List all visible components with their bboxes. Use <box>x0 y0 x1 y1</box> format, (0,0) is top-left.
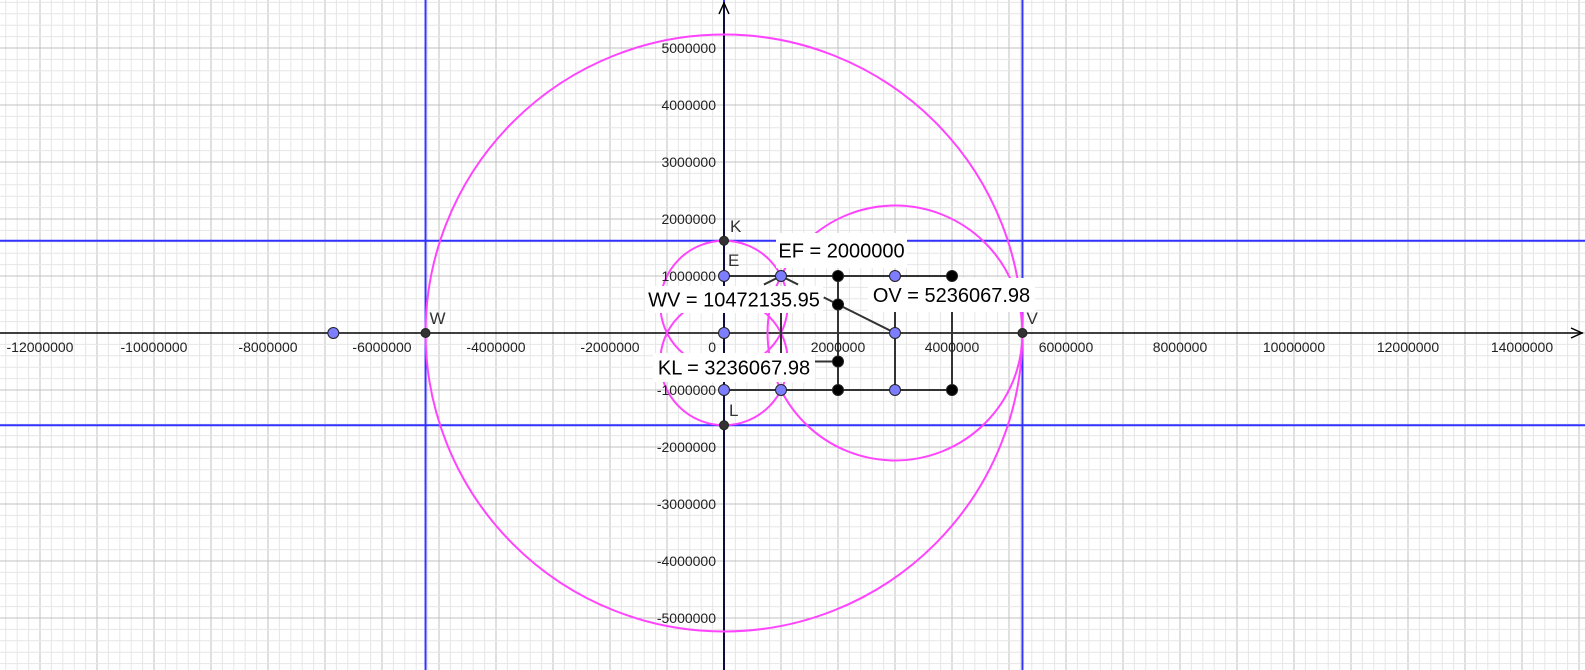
point[interactable] <box>775 270 787 282</box>
axes <box>0 1 1584 670</box>
x-tick-label: -4000000 <box>466 339 525 355</box>
point[interactable] <box>946 270 958 282</box>
point-v[interactable] <box>1017 328 1028 338</box>
x-tick-label: -12000000 <box>7 339 74 355</box>
point[interactable] <box>775 384 787 396</box>
point-label: L <box>729 401 738 420</box>
x-tick-label: 4000000 <box>925 339 980 355</box>
y-tick-label: 5000000 <box>661 40 716 56</box>
point[interactable] <box>832 270 844 282</box>
y-tick-label: 4000000 <box>661 97 716 113</box>
point[interactable] <box>946 384 958 396</box>
y-tick-label: -5000000 <box>657 610 716 626</box>
caption-wv[interactable]: WV = 10472135.95 <box>645 286 823 313</box>
y-tick-label: -4000000 <box>657 553 716 569</box>
point-label: K <box>730 217 742 236</box>
point[interactable] <box>718 327 730 339</box>
point-label: W <box>430 309 446 328</box>
point[interactable] <box>718 384 730 396</box>
point-e[interactable] <box>718 270 730 282</box>
x-tick-label: 8000000 <box>1153 339 1208 355</box>
point[interactable] <box>832 384 844 396</box>
x-tick-label: 10000000 <box>1263 339 1326 355</box>
caption-text: WV = 10472135.95 <box>648 290 820 312</box>
point-label: V <box>1026 309 1038 328</box>
x-tick-label: -10000000 <box>121 339 188 355</box>
point[interactable] <box>889 270 901 282</box>
point-label: E <box>728 251 739 270</box>
x-tick-label: 12000000 <box>1377 339 1440 355</box>
point-w[interactable] <box>420 328 431 338</box>
caption-kl[interactable]: KL = 3236067.98 <box>653 353 815 382</box>
caption-ov[interactable]: OV = 5236067.98 <box>868 278 1035 312</box>
y-tick-label: 3000000 <box>661 154 716 170</box>
x-tick-label: -2000000 <box>580 339 639 355</box>
caption-text: KL = 3236067.98 <box>658 358 810 380</box>
caption-ef[interactable]: EF = 2000000 <box>776 233 907 268</box>
point-k[interactable] <box>719 235 729 246</box>
y-tick-label: 2000000 <box>661 211 716 227</box>
x-tick-label: 6000000 <box>1039 339 1094 355</box>
point[interactable] <box>832 355 844 368</box>
x-tick-label: 14000000 <box>1491 339 1554 355</box>
graphics-view[interactable]: -12000000 -10000000 -8000000 -6000000 -40000… <box>0 0 1585 670</box>
x-tick-label: 2000000 <box>811 339 866 355</box>
y-tick-label: -2000000 <box>657 439 716 455</box>
x-tick-label: -8000000 <box>238 339 297 355</box>
y-tick-label: -1000000 <box>657 382 716 398</box>
point[interactable] <box>889 327 901 339</box>
point-l[interactable] <box>719 420 729 431</box>
caption-text: OV = 5236067.98 <box>873 285 1030 307</box>
origin-label: 0 <box>708 339 716 355</box>
grid <box>0 0 1585 670</box>
point[interactable] <box>327 327 340 339</box>
point[interactable] <box>889 384 901 396</box>
y-tick-label: -3000000 <box>657 496 716 512</box>
point[interactable] <box>832 298 844 311</box>
x-tick-label: -6000000 <box>352 339 411 355</box>
caption-text: EF = 2000000 <box>778 241 904 263</box>
y-tick-label: 1000000 <box>661 268 716 284</box>
